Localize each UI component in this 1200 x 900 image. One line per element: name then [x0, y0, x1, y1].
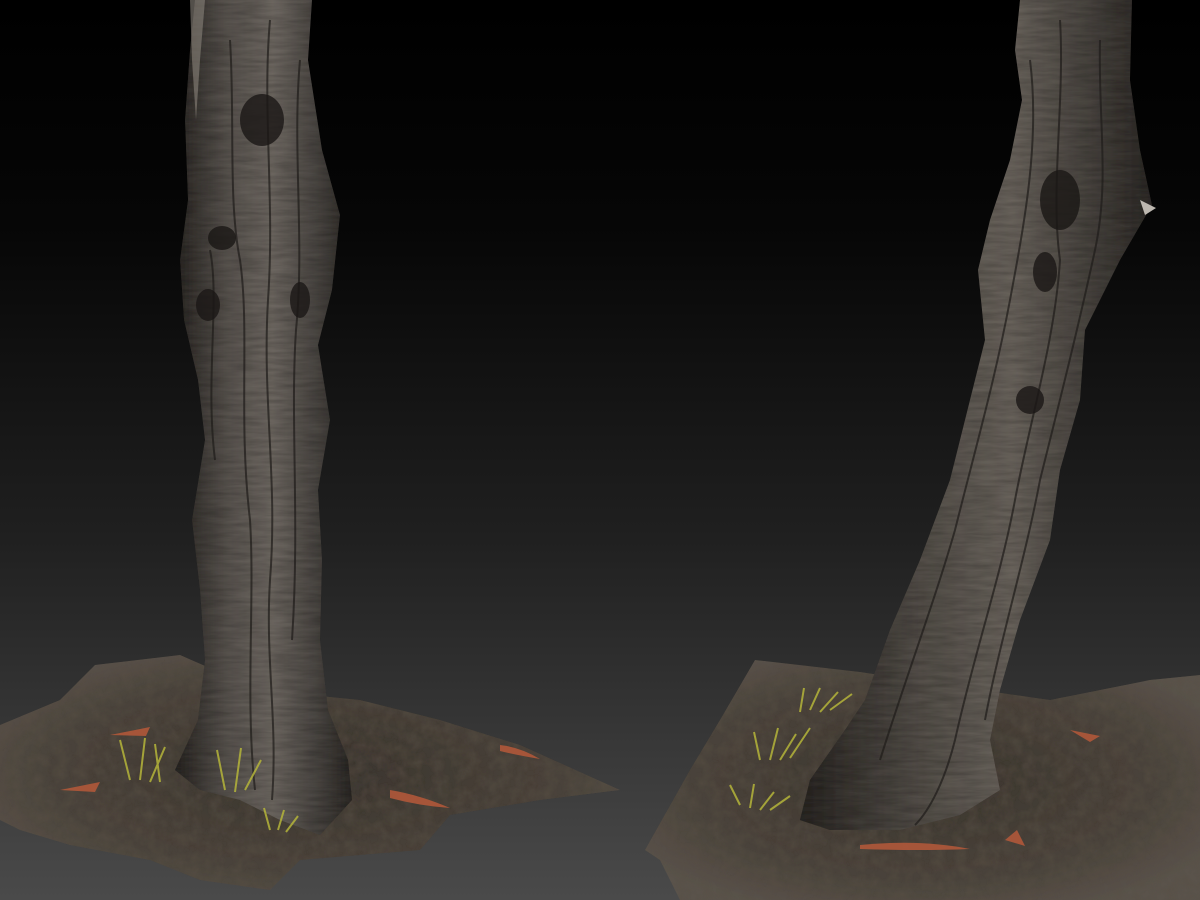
3d-viewport[interactable]	[0, 0, 1200, 900]
scan-scene	[0, 0, 1200, 900]
